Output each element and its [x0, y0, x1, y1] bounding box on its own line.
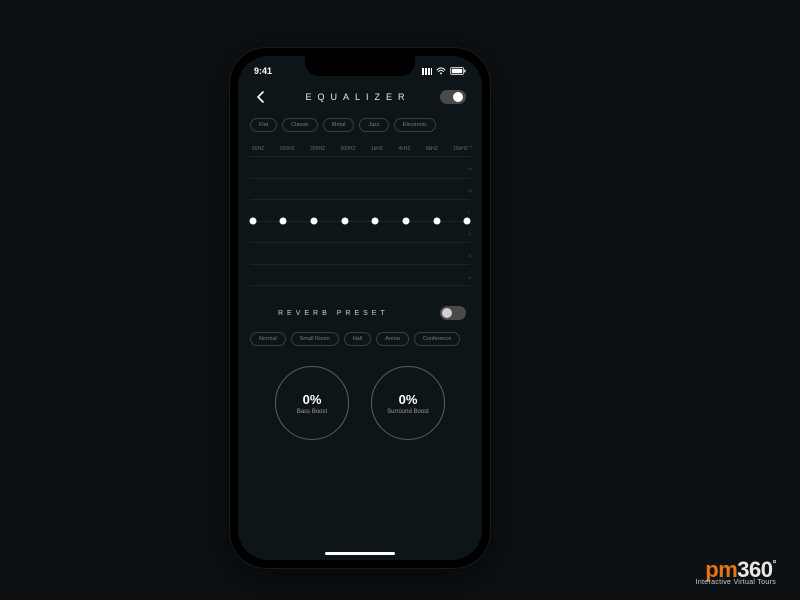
notch [305, 56, 415, 76]
eq-freq-label: 100HZ [280, 146, 295, 152]
surround-boost-label: Surround Boost [387, 409, 429, 415]
eq-slider-handle[interactable] [341, 218, 348, 225]
eq-preset-row: Flat Classic Metal Jazz Electronic [238, 112, 482, 138]
eq-preset-chip[interactable]: Electronic [394, 118, 436, 132]
status-time: 9:41 [254, 66, 272, 76]
eq-slider[interactable] [313, 156, 314, 286]
eq-freq-label: 200HZ [310, 146, 325, 152]
eq-slider-handle[interactable] [372, 218, 379, 225]
eq-freq-label: 50HZ [252, 146, 264, 152]
reverb-title: REVERB PRESET [278, 310, 389, 317]
eq-freq-label: 1kHZ [371, 146, 383, 152]
eq-slider[interactable] [375, 156, 376, 286]
eq-freq-label: 8kHZ [426, 146, 438, 152]
brand-watermark: pm360° Interactive Virtual Tours [696, 559, 776, 586]
status-icons [422, 67, 466, 75]
eq-preset-chip[interactable]: Flat [250, 118, 277, 132]
brand-logo: pm360° [705, 559, 776, 581]
eq-freq-label: 4kHZ [398, 146, 410, 152]
eq-slider[interactable] [406, 156, 407, 286]
eq-slider-handle[interactable] [249, 218, 256, 225]
surround-boost-dial[interactable]: 0% Surround Boost [371, 366, 445, 440]
surround-boost-value: 0% [399, 392, 418, 407]
bass-boost-dial[interactable]: 0% Bass Boost [275, 366, 349, 440]
eq-slider-handle[interactable] [280, 218, 287, 225]
reverb-header: REVERB PRESET [238, 292, 482, 326]
eq-slider[interactable] [436, 156, 437, 286]
phone-screen: 9:41 EQUALIZER Flat Classic Metal Jaz [238, 56, 482, 560]
eq-slider-handle[interactable] [310, 218, 317, 225]
eq-sliders [250, 156, 470, 286]
battery-icon [450, 67, 466, 75]
eq-preset-chip[interactable]: Classic [282, 118, 318, 132]
reverb-preset-chip[interactable]: Normal [250, 332, 286, 346]
eq-freq-labels: 50HZ 100HZ 200HZ 500HZ 1kHZ 4kHZ 8kHZ 16… [238, 138, 482, 152]
eq-slider[interactable] [344, 156, 345, 286]
eq-slider-handle[interactable] [433, 218, 440, 225]
eq-preset-chip[interactable]: Metal [323, 118, 354, 132]
brand-tagline: Interactive Virtual Tours [696, 579, 776, 586]
phone-frame: 9:41 EQUALIZER Flat Classic Metal Jaz [230, 48, 490, 568]
degree-icon: ° [773, 559, 777, 570]
back-button[interactable] [254, 90, 268, 104]
page-title: EQUALIZER [305, 92, 410, 102]
reverb-preset-chip[interactable]: Small Room [291, 332, 339, 346]
bass-boost-label: Bass Boost [297, 409, 327, 415]
eq-freq-label: 16kHZ [453, 146, 468, 152]
boost-knobs-row: 0% Bass Boost 0% Surround Boost [238, 352, 482, 450]
reverb-toggle[interactable] [440, 306, 466, 320]
eq-freq-label: 500HZ [341, 146, 356, 152]
wifi-icon [436, 67, 446, 75]
eq-db-scale: +9 +6 +3 0 -3 -6 -9 [467, 144, 472, 280]
eq-slider-handle[interactable] [403, 218, 410, 225]
eq-slider[interactable] [252, 156, 253, 286]
reverb-preset-chip[interactable]: Hall [344, 332, 371, 346]
eq-slider[interactable] [283, 156, 284, 286]
equalizer-toggle[interactable] [440, 90, 466, 104]
page-header: EQUALIZER [238, 80, 482, 112]
eq-preset-chip[interactable]: Jazz [359, 118, 388, 132]
reverb-preset-chip[interactable]: Conference [414, 332, 460, 346]
home-indicator[interactable] [325, 552, 395, 555]
signal-icon [422, 68, 432, 75]
reverb-preset-row: Normal Small Room Hall Arena Conference [238, 326, 482, 352]
bass-boost-value: 0% [303, 392, 322, 407]
eq-slider-area [250, 156, 470, 286]
reverb-preset-chip[interactable]: Arena [376, 332, 409, 346]
